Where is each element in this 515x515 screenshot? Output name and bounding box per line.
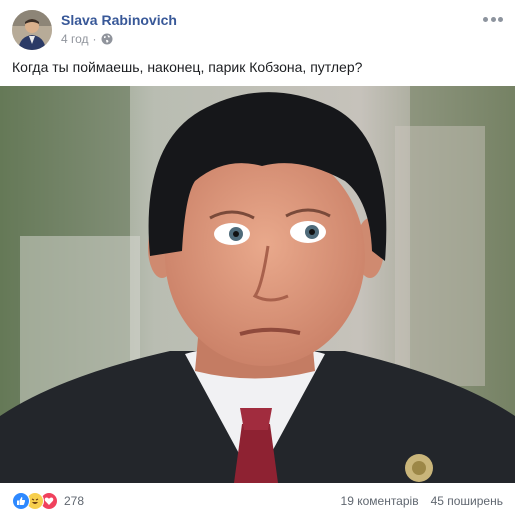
post-stats: 19 коментарів 45 поширень: [341, 494, 503, 508]
meta-separator: ·: [92, 32, 97, 46]
post-text: Когда ты поймаешь, наконец, парик Кобзон…: [12, 59, 363, 75]
shares-count-link[interactable]: 45 поширень: [431, 494, 503, 508]
dot-icon: [498, 16, 503, 22]
comments-count-link[interactable]: 19 коментарів: [341, 494, 419, 508]
post-photo[interactable]: [0, 86, 515, 483]
author-avatar[interactable]: [12, 10, 52, 50]
dot-icon: [483, 16, 488, 22]
facebook-post: Slava Rabinovich 4 год · Когда ты поймае…: [0, 0, 515, 515]
dot-icon: [490, 16, 496, 22]
post-meta: 4 год ·: [61, 32, 113, 46]
post-header: Slava Rabinovich 4 год ·: [0, 0, 515, 58]
post-timestamp[interactable]: 4 год: [61, 32, 89, 46]
globe-icon[interactable]: [101, 33, 113, 45]
reactions-summary[interactable]: 278: [12, 492, 84, 510]
like-icon: [12, 492, 30, 510]
reaction-count: 278: [64, 494, 85, 508]
more-options-icon[interactable]: [483, 14, 503, 24]
author-name[interactable]: Slava Rabinovich: [61, 12, 177, 28]
post-footer: 278 19 коментарів 45 поширень: [0, 483, 515, 515]
